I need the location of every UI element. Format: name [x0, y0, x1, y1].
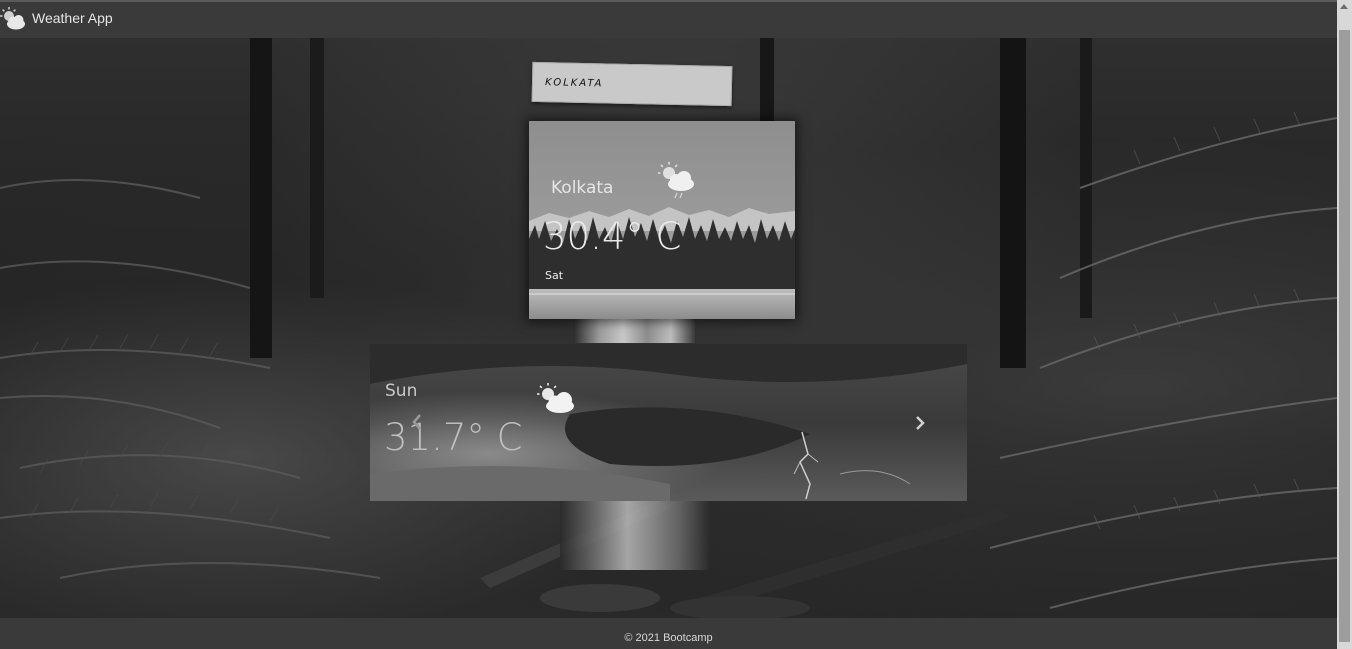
partly-cloudy-icon [537, 383, 574, 413]
current-weather-card: Kolkata 30.4° C Sat [529, 121, 795, 319]
chevron-left-icon[interactable] [410, 412, 424, 432]
rain-cloud-sun-icon [658, 162, 694, 199]
brand-link[interactable]: Weather App [32, 10, 113, 26]
page: Weather App Kolkat [0, 0, 1352, 649]
city-search-box [531, 61, 733, 107]
footer-copyright: © 2021 Bootcamp [624, 631, 713, 644]
forecast-temperature: 31.7° C [384, 416, 523, 459]
current-day: Sat [545, 269, 564, 282]
waterfall-base [560, 500, 710, 570]
navbar: Weather App [0, 0, 1337, 38]
scrollbar-thumb[interactable] [1339, 30, 1350, 642]
footer: © 2021 Bootcamp [0, 618, 1337, 649]
current-city-name: Kolkata [551, 178, 614, 198]
current-temperature: 30.4° C [543, 215, 682, 258]
city-search-input[interactable] [532, 62, 732, 106]
scroll-up-arrow-icon[interactable] [1340, 4, 1348, 9]
page-scrollbar[interactable] [1337, 0, 1352, 649]
forecast-day: Sun [385, 381, 418, 401]
forecast-carousel: Sun 31.7° C [370, 344, 967, 501]
waterfall-strip [575, 319, 695, 343]
partly-cloudy-icon [0, 7, 25, 30]
chevron-right-icon[interactable] [913, 414, 927, 432]
